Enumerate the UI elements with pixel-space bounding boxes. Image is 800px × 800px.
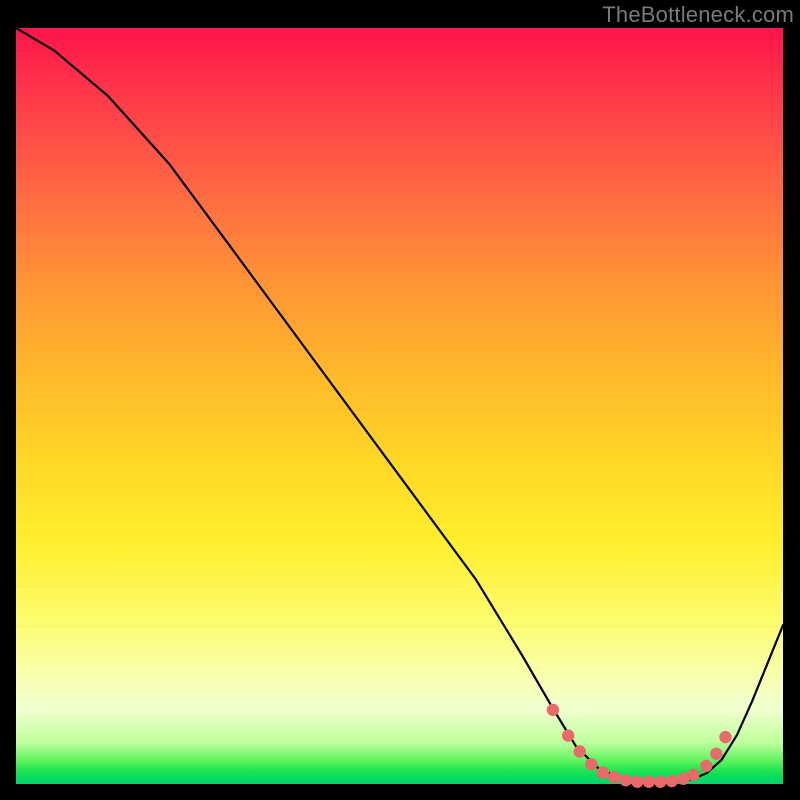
highlight-dot: [666, 775, 678, 787]
highlight-dot: [562, 729, 574, 741]
highlight-dot: [643, 776, 655, 788]
watermark-text: TheBottleneck.com: [602, 2, 794, 28]
curve-path: [16, 28, 783, 783]
highlight-dot: [654, 776, 666, 788]
highlight-dot: [608, 771, 620, 783]
highlight-dot: [710, 748, 722, 760]
plot-area: [16, 28, 783, 784]
highlight-dot: [620, 774, 632, 786]
highlight-dot: [574, 745, 586, 757]
highlight-dot: [597, 767, 609, 779]
highlight-dot: [700, 760, 712, 772]
highlight-dot: [719, 731, 731, 743]
chart-frame: TheBottleneck.com: [0, 0, 800, 800]
highlight-dot: [547, 704, 559, 716]
highlight-dot: [585, 758, 597, 770]
bottleneck-curve: [16, 28, 783, 784]
highlight-dot: [687, 769, 699, 781]
highlight-dot: [631, 776, 643, 788]
